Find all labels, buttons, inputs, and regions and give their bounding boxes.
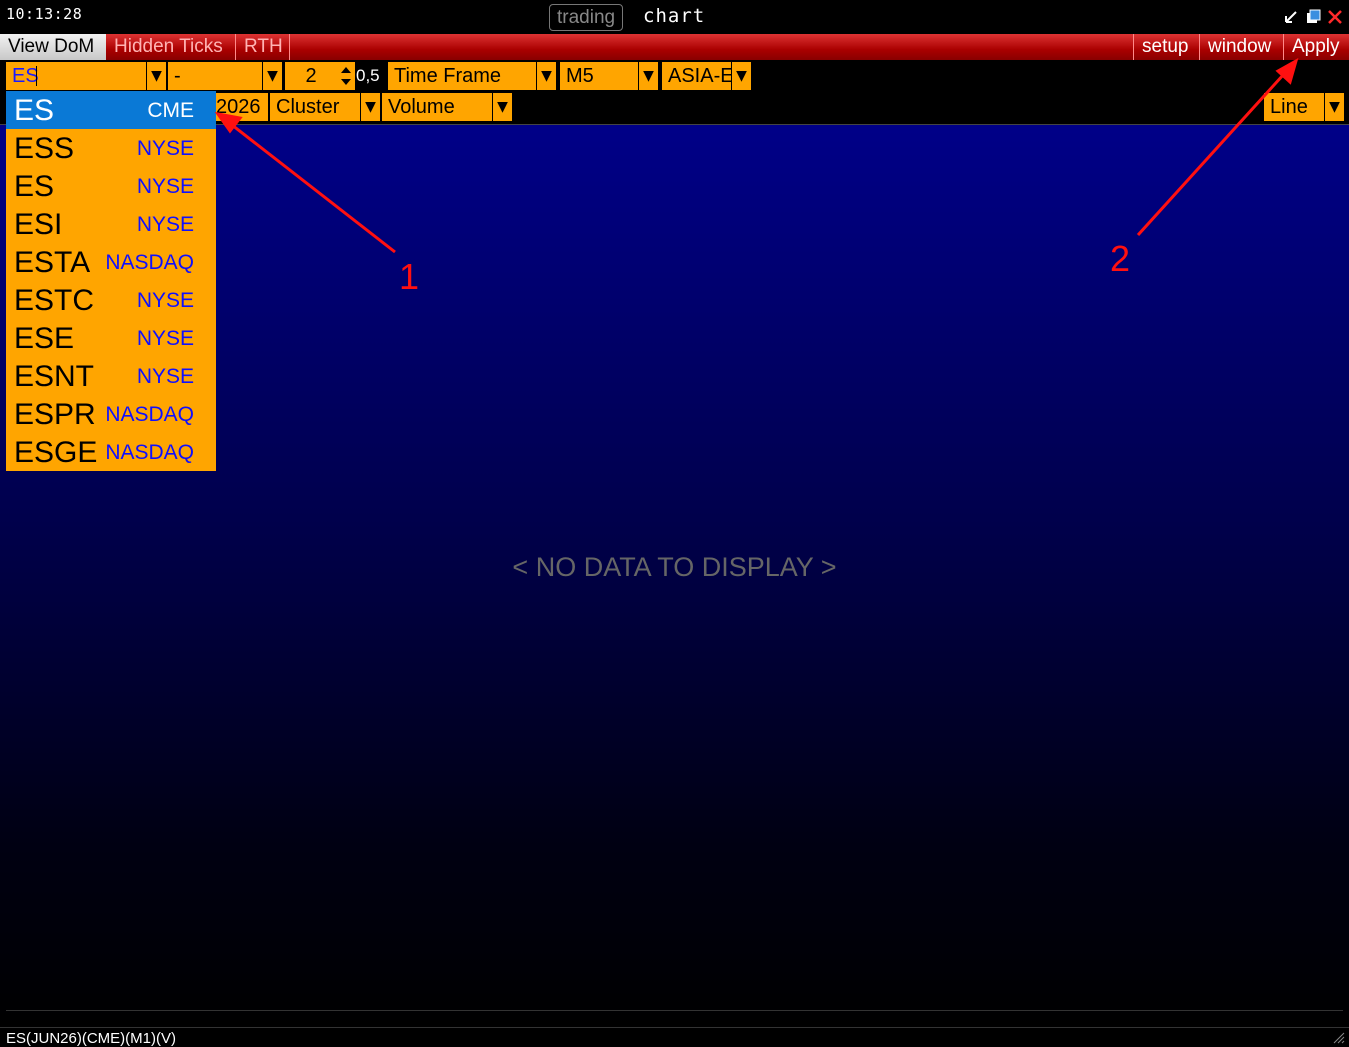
contract-select[interactable]: - <box>168 62 262 90</box>
step-value: 0,5 <box>356 66 380 85</box>
session-dropdown-arrow[interactable]: ▼ <box>731 62 751 90</box>
cluster-mode-select[interactable]: Volume <box>382 93 492 121</box>
stepper-arrows-icon <box>341 67 351 85</box>
option-symbol: ESPR <box>14 398 96 431</box>
maximize-icon[interactable] <box>1305 9 1321 25</box>
hidden-ticks-button[interactable]: Hidden Ticks <box>106 34 236 60</box>
line-mode-dropdown-arrow[interactable]: ▼ <box>1324 93 1344 121</box>
option-exchange: NYSE <box>136 213 194 236</box>
annotation-label-2: 2 <box>1110 238 1131 279</box>
symbol-input[interactable]: ES <box>6 62 146 90</box>
symbol-option[interactable]: ESPR NASDAQ <box>6 395 216 433</box>
symbol-option[interactable]: ES CME <box>6 91 216 129</box>
status-text: ES(JUN26)(CME)(M1)(V) <box>6 1030 176 1047</box>
option-symbol: ESS <box>14 132 75 165</box>
option-exchange: NASDAQ <box>105 403 194 426</box>
option-exchange: NYSE <box>136 175 194 198</box>
cluster-mode-dropdown-arrow[interactable]: ▼ <box>492 93 512 121</box>
option-symbol: ESTA <box>14 246 91 279</box>
minimize-icon[interactable] <box>1283 9 1299 25</box>
symbol-option[interactable]: ESNT NYSE <box>6 357 216 395</box>
timeframe-label[interactable]: Time Frame <box>388 62 536 90</box>
app-tag: trading <box>549 4 624 31</box>
symbol-dropdown-arrow[interactable]: ▼ <box>146 62 166 90</box>
rth-button[interactable]: RTH <box>236 34 290 60</box>
setup-button[interactable]: setup <box>1133 34 1199 60</box>
timeframe-select[interactable]: M5 <box>560 62 638 90</box>
option-symbol: ESTC <box>14 284 95 317</box>
line-mode-select[interactable]: Line <box>1264 93 1324 121</box>
text-cursor <box>36 66 37 86</box>
close-icon[interactable] <box>1327 9 1343 25</box>
chart-style-dropdown-arrow[interactable]: ▼ <box>360 93 380 121</box>
window-title: chart <box>643 5 706 27</box>
symbol-option[interactable]: ESTC NYSE <box>6 281 216 319</box>
chart-style-select[interactable]: Cluster <box>270 93 360 121</box>
annotation-label-1: 1 <box>399 256 420 297</box>
option-exchange: NYSE <box>136 327 194 350</box>
clock: 10:13:28 <box>6 5 83 23</box>
symbol-option[interactable]: ESE NYSE <box>6 319 216 357</box>
symbol-dropdown-list: ES CME ESS NYSE ES NYSE ESI NYSE ESTA NA… <box>6 91 216 471</box>
symbol-option[interactable]: ESTA NASDAQ <box>6 243 216 281</box>
option-symbol: ESI <box>14 208 63 241</box>
option-exchange: NYSE <box>136 289 194 312</box>
option-exchange: NYSE <box>136 365 194 388</box>
apply-button[interactable]: Apply <box>1283 34 1349 60</box>
symbol-option[interactable]: ESI NYSE <box>6 205 216 243</box>
option-symbol: ESGE <box>14 436 98 469</box>
chart-divider <box>6 1010 1343 1011</box>
date-field[interactable]: 2026 <box>210 93 268 121</box>
timeframe-value-dropdown-arrow[interactable]: ▼ <box>638 62 658 90</box>
view-dom-button[interactable]: View DoM <box>0 34 106 60</box>
multiplier-input[interactable]: 2 <box>285 62 337 90</box>
option-symbol: ESNT <box>14 360 95 393</box>
contract-dropdown-arrow[interactable]: ▼ <box>262 62 282 90</box>
symbol-option[interactable]: ESS NYSE <box>6 129 216 167</box>
session-select[interactable]: ASIA-E <box>662 62 732 90</box>
option-exchange: NASDAQ <box>105 441 194 464</box>
multiplier-stepper[interactable] <box>337 62 355 90</box>
resize-grip-icon[interactable] <box>1333 1032 1345 1044</box>
symbol-input-value: ES <box>12 65 39 87</box>
timeframe-dropdown-arrow[interactable]: ▼ <box>536 62 556 90</box>
option-symbol: ES <box>14 94 55 127</box>
window-button[interactable]: window <box>1199 34 1283 60</box>
option-symbol: ESE <box>14 322 75 355</box>
status-bar <box>0 1027 1349 1047</box>
option-symbol: ES <box>14 170 55 203</box>
option-exchange: CME <box>147 99 194 122</box>
symbol-option[interactable]: ESGE NASDAQ <box>6 433 216 471</box>
symbol-option[interactable]: ES NYSE <box>6 167 216 205</box>
option-exchange: NYSE <box>136 137 194 160</box>
empty-chart-message: < NO DATA TO DISPLAY > <box>512 552 837 582</box>
option-exchange: NASDAQ <box>105 251 194 274</box>
